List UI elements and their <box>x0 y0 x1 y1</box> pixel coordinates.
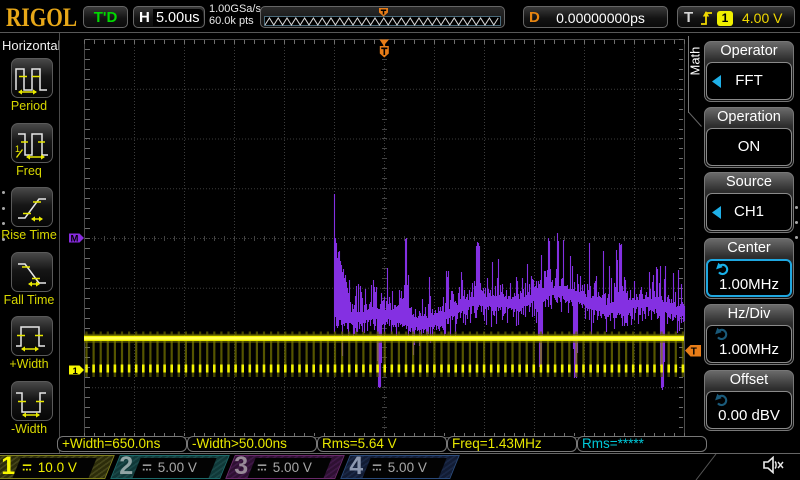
svg-text:1: 1 <box>73 366 79 377</box>
svg-text:M: M <box>71 234 79 245</box>
svg-text:T: T <box>691 347 697 358</box>
